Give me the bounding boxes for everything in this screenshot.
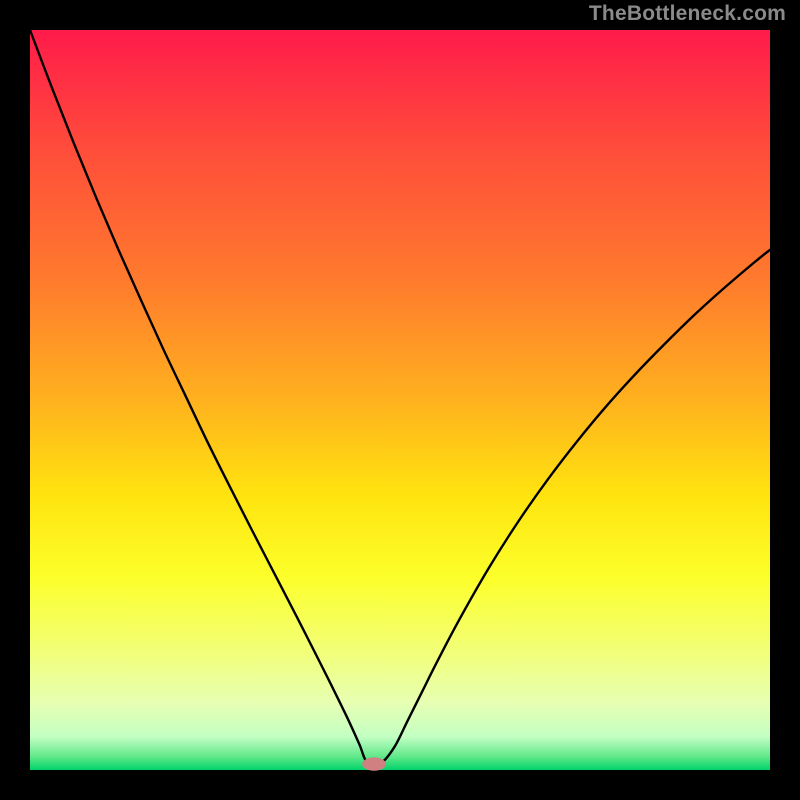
- watermark-text: TheBottleneck.com: [589, 2, 786, 26]
- plot-background: [30, 30, 770, 770]
- bottleneck-chart: [0, 0, 800, 800]
- chart-stage: TheBottleneck.com: [0, 0, 800, 800]
- optimum-marker: [362, 757, 386, 770]
